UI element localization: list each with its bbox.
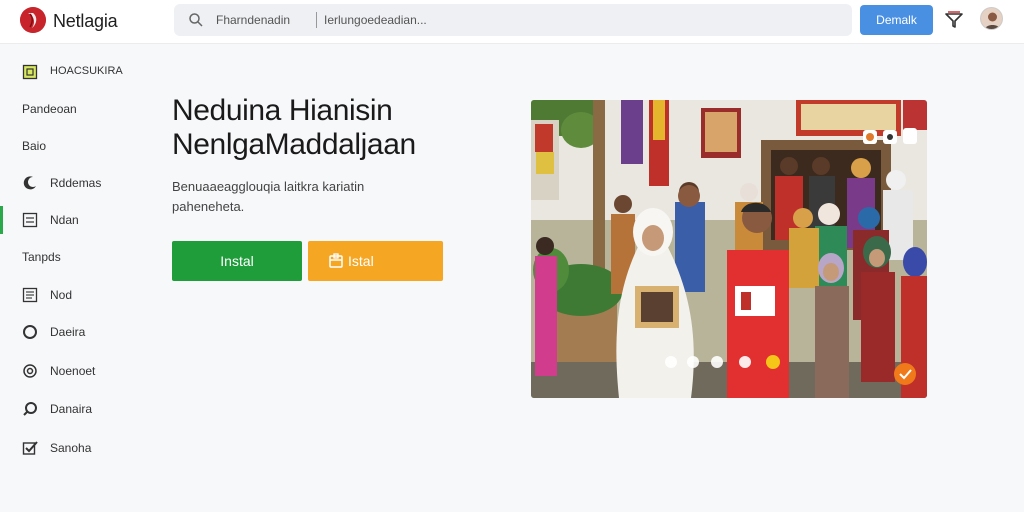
sidebar-item-label: Nod xyxy=(50,288,73,302)
sidebar-item-hoacsukira[interactable]: HOACSUKIRA xyxy=(0,58,140,86)
sidebar-item-noenoet[interactable]: Noenoet xyxy=(0,357,140,385)
hero-title-line1: Neduina Hianisin xyxy=(172,94,393,127)
sidebar-item-baio[interactable]: Baio xyxy=(0,132,140,160)
sidebar-item-pandeoan[interactable]: Pandeoan xyxy=(0,95,140,123)
logo-mark-icon xyxy=(20,7,46,33)
install-alt-button[interactable]: Istal xyxy=(308,241,443,281)
avatar-icon xyxy=(981,8,1002,29)
search-bar[interactable]: Fharndenadin Ierlungoedeadian... xyxy=(174,4,852,36)
target-icon xyxy=(23,364,37,378)
header-action-button[interactable]: Demalk xyxy=(860,5,933,35)
sidebar-item-label: Rddemas xyxy=(50,176,102,190)
sidebar-item-label: HOACSUKIRA xyxy=(50,65,123,77)
user-avatar[interactable] xyxy=(980,7,1003,30)
sidebar-item-label: Daeira xyxy=(50,325,86,339)
square-icon xyxy=(22,64,38,80)
sidebar-item-tanpds[interactable]: Tanpds xyxy=(0,243,140,271)
sidebar-item-nod[interactable]: Nod xyxy=(0,281,140,309)
sidebar-item-sanoha[interactable]: Sanoha xyxy=(0,434,140,462)
install-alt-label: Istal xyxy=(348,253,374,269)
search-secondary-input[interactable]: Ierlungoedeadian... xyxy=(324,13,427,27)
filter-icon[interactable] xyxy=(944,10,964,30)
sidebar-item-label: Sanoha xyxy=(50,441,92,455)
crescent-icon xyxy=(23,176,36,190)
search-divider xyxy=(316,12,317,28)
search-icon xyxy=(189,13,203,27)
sidebar-item-label: Noenoet xyxy=(50,364,96,378)
app-title: Netlagia xyxy=(53,11,118,31)
sidebar: HOACSUKIRA Pandeoan Baio Rddemas Ndan Ta… xyxy=(0,44,140,512)
group-photo-illustration xyxy=(531,100,927,398)
search-input[interactable]: Fharndenadin xyxy=(216,13,290,27)
circle-icon xyxy=(23,325,37,339)
hero-description: Benuaaeagglouqia laitkra kariatin pahene… xyxy=(172,179,365,214)
checkbox-icon xyxy=(22,441,38,455)
package-icon xyxy=(329,253,343,268)
hero-photo xyxy=(531,100,927,398)
sidebar-item-label: Tanpds xyxy=(22,250,61,264)
grid-icon xyxy=(22,212,38,228)
search-icon xyxy=(23,402,37,416)
app-logo[interactable] xyxy=(20,7,46,33)
sidebar-item-label: Danaira xyxy=(50,402,93,416)
sidebar-item-danaira[interactable]: Danaira xyxy=(0,395,140,423)
sidebar-item-ndan[interactable]: Ndan xyxy=(0,206,140,234)
install-button[interactable]: Instal xyxy=(172,241,302,281)
sidebar-item-rddemas[interactable]: Rddemas xyxy=(0,169,140,197)
list-icon xyxy=(22,287,38,303)
top-bar: Netlagia Fharndenadin Ierlungoedeadian..… xyxy=(0,0,1024,44)
sidebar-item-label: Baio xyxy=(22,139,47,153)
sidebar-item-daeira[interactable]: Daeira xyxy=(0,318,140,346)
sidebar-item-label: Pandeoan xyxy=(22,102,77,116)
sidebar-item-label: Ndan xyxy=(50,213,79,227)
hero-title: Neduina Hianisin NenlgaMaddaljaan xyxy=(172,94,502,162)
hero-title-line2: NenlgaMaddaljaan xyxy=(172,128,416,161)
